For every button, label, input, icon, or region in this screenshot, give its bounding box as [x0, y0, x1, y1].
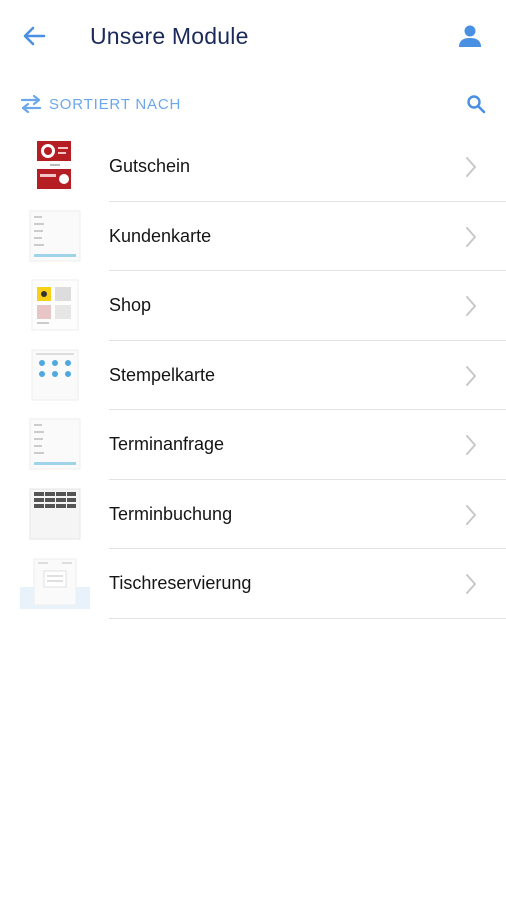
table-reservation-thumbnail: [20, 558, 90, 609]
list-item-label: Stempelkarte: [109, 364, 216, 385]
chevron-right-icon: [466, 504, 476, 525]
swap-arrows-icon: [20, 95, 42, 113]
list-item-label: Terminanfrage: [109, 434, 225, 454]
appointment-booking-thumbnail: [29, 488, 81, 539]
divider: [109, 617, 506, 619]
stamp-card-thumbnail: [31, 349, 79, 400]
list-item-terminanfrage[interactable]: Terminanfrage: [0, 410, 506, 480]
search-button[interactable]: [465, 93, 487, 115]
list-item-terminbuchung[interactable]: Terminbuchung: [0, 480, 506, 549]
arrow-left-icon: [23, 26, 46, 46]
list-item-kundenkarte[interactable]: Kundenkarte: [0, 202, 506, 271]
appointment-request-thumbnail: [29, 418, 81, 470]
app-header: Unsere Module: [0, 0, 506, 72]
list-item-label: Shop: [109, 295, 152, 315]
page-title: Unsere Module: [90, 23, 249, 49]
person-icon: [459, 25, 481, 47]
voucher-thumbnail: [37, 141, 71, 189]
sort-bar: SORTIERT NACH: [0, 88, 506, 120]
shop-thumbnail: [31, 279, 79, 331]
chevron-right-icon: [466, 296, 476, 316]
chevron-right-icon: [466, 365, 476, 386]
chevron-right-icon: [466, 435, 476, 455]
search-icon: [467, 95, 486, 114]
module-list: Gutschein Kundenkarte Shop Stempelkarte …: [0, 132, 506, 619]
chevron-right-icon: [466, 157, 476, 177]
list-item-stempelkarte[interactable]: Stempelkarte: [0, 341, 506, 410]
profile-button[interactable]: [456, 22, 484, 50]
list-item-shop[interactable]: Shop: [0, 271, 506, 341]
chevron-right-icon: [466, 226, 476, 247]
list-item-label: Kundenkarte: [109, 225, 212, 246]
list-item-label: Terminbuchung: [109, 503, 233, 524]
list-item-gutschein[interactable]: Gutschein: [0, 132, 506, 202]
back-button[interactable]: [20, 22, 48, 50]
chevron-right-icon: [466, 574, 476, 594]
list-item-label: Tischreservierung: [109, 573, 252, 593]
customer-card-thumbnail: [29, 210, 81, 261]
list-item-label: Gutschein: [109, 156, 191, 176]
sort-label: SORTIERT NACH: [49, 95, 182, 113]
list-item-tischreservierung[interactable]: Tischreservierung: [0, 549, 506, 619]
sort-button[interactable]: SORTIERT NACH: [19, 92, 181, 116]
